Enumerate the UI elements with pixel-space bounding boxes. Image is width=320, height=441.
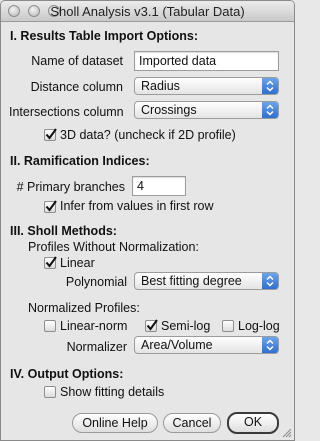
primary-branches-field[interactable]: 4 [132,176,186,196]
ok-button[interactable]: OK [227,412,279,434]
distance-column-value: Radius [141,79,180,93]
polynomial-value: Best fitting degree [141,274,242,288]
infer-first-row-checkbox[interactable] [44,200,57,213]
section-heading-sholl-methods: III. Sholl Methods: [10,224,117,238]
chevron-updown-icon [262,273,278,289]
polynomial-select[interactable]: Best fitting degree [134,272,279,290]
normalizer-value: Area/Volume [141,338,213,352]
chevron-updown-icon [262,78,278,94]
3d-data-label: 3D data? (uncheck if 2D profile) [60,128,236,142]
primary-branches-label: # Primary branches [16,180,125,194]
checkmark-icon [45,128,57,140]
show-fitting-details-checkbox[interactable] [44,386,56,398]
distance-column-select[interactable]: Radius [134,77,279,95]
profiles-without-normalization-label: Profiles Without Normalization: [28,240,199,254]
online-help-button[interactable]: Online Help [72,413,158,433]
section-heading-ramification: II. Ramification Indices: [10,154,150,168]
log-log-label: Log-log [238,319,280,333]
cancel-button[interactable]: Cancel [163,413,221,433]
linear-checkbox[interactable] [44,256,57,269]
show-fitting-details-label: Show fitting details [60,385,165,399]
checkmark-icon [146,319,158,331]
normalizer-select[interactable]: Area/Volume [134,336,279,354]
linear-norm-checkbox[interactable] [44,320,56,332]
section-heading-import: I. Results Table Import Options: [10,29,198,43]
semi-log-label: Semi-log [161,319,211,333]
normalizer-label: Normalizer [66,340,127,354]
intersections-column-label: Intersections column [9,105,124,119]
resize-grip-icon[interactable] [282,428,292,438]
semi-log-checkbox[interactable] [145,319,158,332]
chevron-updown-icon [262,102,278,118]
section-heading-output: IV. Output Options: [10,367,124,381]
linear-label: Linear [60,256,95,270]
checkmark-icon [45,256,57,268]
distance-column-label: Distance column [30,80,123,94]
checkmark-icon [45,200,57,212]
title-bar[interactable]: Sholl Analysis v3.1 (Tabular Data) [1,1,294,22]
log-log-checkbox[interactable] [222,320,234,332]
normalized-profiles-label: Normalized Profiles: [28,301,140,315]
chevron-updown-icon [262,337,278,353]
window-title: Sholl Analysis v3.1 (Tabular Data) [50,4,245,19]
dialog-window: Sholl Analysis v3.1 (Tabular Data) I. Re… [0,0,295,441]
intersections-column-select[interactable]: Crossings [134,101,279,119]
3d-data-checkbox[interactable] [44,128,57,141]
polynomial-label: Polynomial [65,275,127,289]
intersections-column-value: Crossings [141,103,197,117]
dataset-name-field[interactable]: Imported data [134,51,279,71]
linear-norm-label: Linear-norm [60,319,128,333]
dataset-name-label: Name of dataset [31,54,123,68]
infer-first-row-label: Infer from values in first row [60,199,214,213]
